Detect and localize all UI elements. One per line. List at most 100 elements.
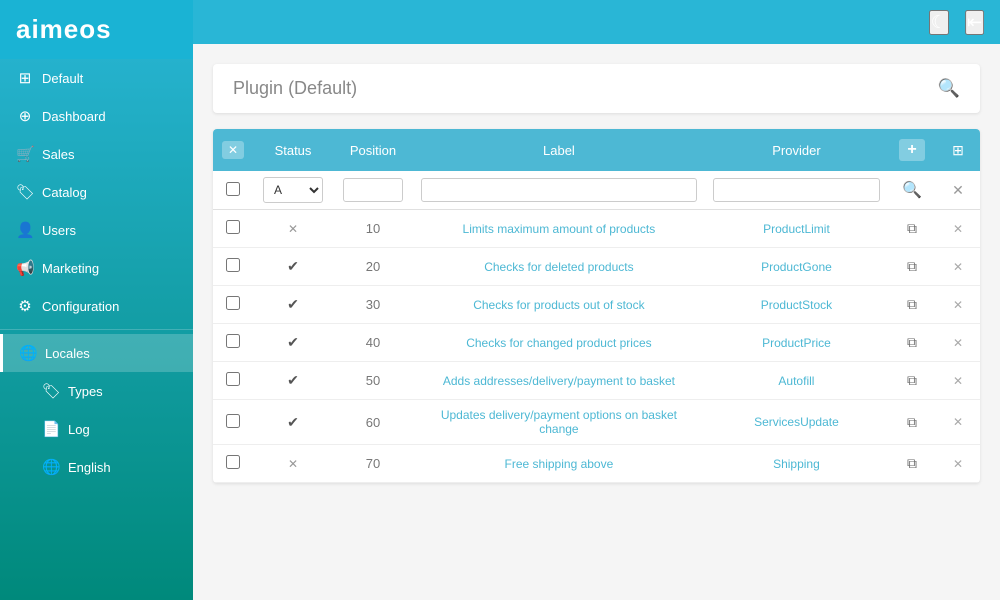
filter-clear-button[interactable]: ✕ xyxy=(946,180,970,201)
add-row-button[interactable]: + xyxy=(899,139,924,161)
label-filter-input[interactable] xyxy=(421,178,697,202)
row-copy-cell: ⧉ xyxy=(888,286,936,324)
row-label-cell: Adds addresses/delivery/payment to baske… xyxy=(413,362,705,400)
check-icon: ✔ xyxy=(287,414,299,430)
row-delete-cell: ✕ xyxy=(936,362,980,400)
check-icon: ✔ xyxy=(287,296,299,312)
row-position-cell: 30 xyxy=(333,286,413,324)
filter-clear-cell: ✕ xyxy=(936,171,980,210)
row-label-cell: Checks for changed product prices xyxy=(413,324,705,362)
col-header-position: Position xyxy=(333,129,413,171)
sidebar-item-configuration[interactable]: ⚙ Configuration xyxy=(0,287,193,325)
logo-area: aimeos xyxy=(0,0,193,59)
catalog-icon: 🏷 xyxy=(16,183,34,201)
copy-row-button[interactable]: ⧉ xyxy=(903,294,921,315)
table-row: ✔ 50 Adds addresses/delivery/payment to … xyxy=(213,362,980,400)
sidebar-item-marketing[interactable]: 📢 Marketing xyxy=(0,249,193,287)
delete-row-button[interactable]: ✕ xyxy=(949,258,967,276)
row-checkbox-cell xyxy=(213,324,253,362)
row-checkbox-1[interactable] xyxy=(226,258,240,272)
row-status-cell: ✔ xyxy=(253,286,333,324)
provider-filter-input[interactable] xyxy=(713,178,880,202)
table-body: A I 🔍 xyxy=(213,171,980,483)
copy-row-button[interactable]: ⧉ xyxy=(903,332,921,353)
filter-position-cell xyxy=(333,171,413,210)
plugin-table-container: ✕ Status Position Label Provider + ⊞ xyxy=(213,129,980,483)
row-label-cell: Free shipping above xyxy=(413,445,705,483)
row-checkbox-5[interactable] xyxy=(226,414,240,428)
row-checkbox-2[interactable] xyxy=(226,296,240,310)
row-position-cell: 20 xyxy=(333,248,413,286)
delete-row-button[interactable]: ✕ xyxy=(949,334,967,352)
copy-row-button[interactable]: ⧉ xyxy=(903,218,921,239)
position-filter-input[interactable] xyxy=(343,178,403,202)
sidebar-item-catalog[interactable]: 🏷 Catalog xyxy=(0,173,193,211)
logout-button[interactable]: ⇥ xyxy=(965,10,984,35)
locales-icon: 🌐 xyxy=(19,344,37,362)
row-provider-cell: ServicesUpdate xyxy=(705,400,888,445)
copy-row-button[interactable]: ⧉ xyxy=(903,370,921,391)
delete-row-button[interactable]: ✕ xyxy=(949,220,967,238)
row-position-cell: 70 xyxy=(333,445,413,483)
row-status-cell: ✔ xyxy=(253,362,333,400)
delete-row-button[interactable]: ✕ xyxy=(949,455,967,473)
filter-status-cell: A I xyxy=(253,171,333,210)
content-area: Plugin (Default) 🔍 ✕ Status Position Lab… xyxy=(193,44,1000,600)
users-icon: 👤 xyxy=(16,221,34,239)
filter-label-cell xyxy=(413,171,705,210)
sidebar-item-sales[interactable]: 🛒 Sales xyxy=(0,135,193,173)
select-all-checkbox[interactable] xyxy=(226,182,240,196)
sidebar-item-default[interactable]: ⊞ Default xyxy=(0,59,193,97)
header-search-button[interactable]: 🔍 xyxy=(938,78,960,99)
sidebar-item-users[interactable]: 👤 Users xyxy=(0,211,193,249)
sidebar-item-log[interactable]: 📄 Log xyxy=(0,410,193,448)
logo-text: aimeos xyxy=(16,14,112,44)
status-filter-select[interactable]: A I xyxy=(263,177,323,203)
row-checkbox-4[interactable] xyxy=(226,372,240,386)
sidebar-item-types[interactable]: 🏷 Types xyxy=(0,372,193,410)
sidebar-label-users: Users xyxy=(42,223,76,238)
delete-row-button[interactable]: ✕ xyxy=(949,372,967,390)
row-checkbox-6[interactable] xyxy=(226,455,240,469)
copy-row-button[interactable]: ⧉ xyxy=(903,256,921,277)
col-header-cols: ⊞ xyxy=(936,129,980,171)
row-delete-cell: ✕ xyxy=(936,445,980,483)
grid-icon: ⊞ xyxy=(16,69,34,87)
sidebar-label-english: English xyxy=(68,460,111,475)
row-status-cell: ✕ xyxy=(253,210,333,248)
row-provider-cell: Shipping xyxy=(705,445,888,483)
sidebar-item-english[interactable]: 🌐 English xyxy=(0,448,193,486)
delete-row-button[interactable]: ✕ xyxy=(949,413,967,431)
table-row: ✔ 30 Checks for products out of stock Pr… xyxy=(213,286,980,324)
sidebar-label-marketing: Marketing xyxy=(42,261,99,276)
copy-row-button[interactable]: ⧉ xyxy=(903,412,921,433)
filter-search-button[interactable]: 🔍 xyxy=(896,178,928,202)
columns-button[interactable]: ⊞ xyxy=(952,142,964,159)
night-mode-button[interactable]: ☾ xyxy=(929,10,949,35)
row-provider-cell: Autofill xyxy=(705,362,888,400)
row-label-cell: Updates delivery/payment options on bask… xyxy=(413,400,705,445)
table-row: ✔ 60 Updates delivery/payment options on… xyxy=(213,400,980,445)
sidebar-label-default: Default xyxy=(42,71,83,86)
row-copy-cell: ⧉ xyxy=(888,400,936,445)
row-checkbox-3[interactable] xyxy=(226,334,240,348)
row-label-cell: Checks for deleted products xyxy=(413,248,705,286)
check-icon: ✔ xyxy=(287,372,299,388)
top-bar: ☾ ⇥ xyxy=(193,0,1000,44)
row-label-cell: Limits maximum amount of products xyxy=(413,210,705,248)
delete-row-button[interactable]: ✕ xyxy=(949,296,967,314)
row-delete-cell: ✕ xyxy=(936,248,980,286)
row-label-cell: Checks for products out of stock xyxy=(413,286,705,324)
row-copy-cell: ⧉ xyxy=(888,324,936,362)
sidebar-item-dashboard[interactable]: ⊕ Dashboard xyxy=(0,97,193,135)
plugin-table: ✕ Status Position Label Provider + ⊞ xyxy=(213,129,980,483)
sidebar: aimeos ⊞ Default ⊕ Dashboard 🛒 Sales 🏷 C… xyxy=(0,0,193,600)
row-provider-cell: ProductLimit xyxy=(705,210,888,248)
sidebar-item-locales[interactable]: 🌐 Locales xyxy=(0,334,193,372)
close-all-button[interactable]: ✕ xyxy=(222,141,244,159)
plugin-header-card: Plugin (Default) 🔍 xyxy=(213,64,980,113)
table-row: ✔ 20 Checks for deleted products Product… xyxy=(213,248,980,286)
copy-row-button[interactable]: ⧉ xyxy=(903,453,921,474)
row-checkbox-0[interactable] xyxy=(226,220,240,234)
config-icon: ⚙ xyxy=(16,297,34,315)
